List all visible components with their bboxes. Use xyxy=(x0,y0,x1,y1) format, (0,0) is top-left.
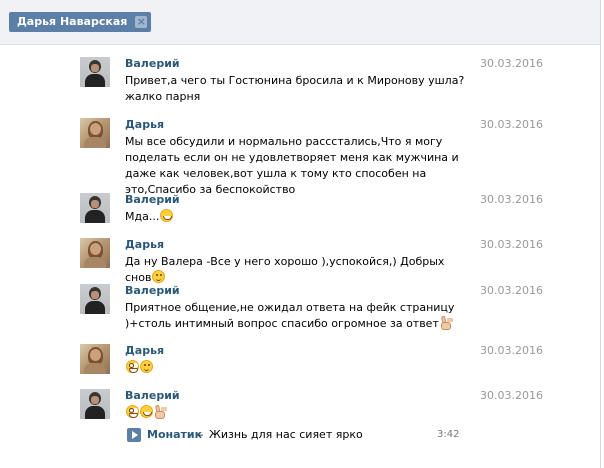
message-text-content: Приятное общение,не ожидал ответа на фей… xyxy=(125,301,455,330)
conversation-header: Дарья Наварская × xyxy=(0,0,600,45)
message-date[interactable]: 30.03.2016 xyxy=(480,238,543,251)
message-author[interactable]: Дарья xyxy=(125,344,164,357)
message-text-content: Мы все обсудили и нормально расcстались,… xyxy=(125,135,459,196)
valeriy-avatar[interactable] xyxy=(80,389,110,419)
smile-emoji-icon xyxy=(160,209,174,222)
message-date[interactable]: 30.03.2016 xyxy=(480,57,543,70)
grin-emoji-icon xyxy=(126,405,139,418)
message-text xyxy=(125,405,465,421)
message-text-content: Привет,а чего ты Гостюнина бросила и к М… xyxy=(125,74,465,103)
divider xyxy=(600,0,601,468)
wink-emoji-icon xyxy=(140,360,153,373)
message-author[interactable]: Валерий xyxy=(125,193,180,206)
valeriy-avatar[interactable] xyxy=(80,57,110,87)
grin-emoji-icon xyxy=(126,360,139,373)
valeriy-avatar[interactable] xyxy=(80,284,110,314)
audio-title: Жизнь для нас сияет ярко xyxy=(209,428,363,441)
close-icon[interactable]: × xyxy=(135,16,148,28)
wink-emoji-icon xyxy=(152,270,166,283)
recipient-tag-label: Дарья Наварская xyxy=(17,15,128,28)
message-date[interactable]: 30.03.2016 xyxy=(480,193,543,206)
darya-avatar[interactable] xyxy=(80,238,110,268)
message-text: Приятное общение,не ожидал ответа на фей… xyxy=(125,300,465,332)
message-author[interactable]: Дарья xyxy=(125,238,164,251)
message-text: Да ну Валера -Все у него хорошо ),успоко… xyxy=(125,254,465,286)
message-author[interactable]: Дарья xyxy=(125,118,164,131)
message-text-content: Да ну Валера -Все у него хорошо ),успоко… xyxy=(125,255,445,284)
message-author[interactable]: Валерий xyxy=(125,284,180,297)
message-text: Привет,а чего ты Гостюнина бросила и к М… xyxy=(125,73,465,105)
valeriy-avatar[interactable] xyxy=(80,193,110,223)
message-date[interactable]: 30.03.2016 xyxy=(480,389,543,402)
message-text: Мда... xyxy=(125,209,465,225)
darya-avatar[interactable] xyxy=(80,344,110,374)
smile-emoji-icon xyxy=(140,405,153,418)
darya-avatar[interactable] xyxy=(80,118,110,148)
audio-separator: – xyxy=(198,428,204,441)
message-author[interactable]: Валерий xyxy=(125,57,180,70)
message-author[interactable]: Валерий xyxy=(125,389,180,402)
message-text-content: Мда... xyxy=(125,210,160,223)
message-date[interactable]: 30.03.2016 xyxy=(480,344,543,357)
recipient-tag[interactable]: Дарья Наварская × xyxy=(9,12,152,32)
message-date[interactable]: 30.03.2016 xyxy=(480,118,543,131)
message-text: Мы все обсудили и нормально расcстались,… xyxy=(125,134,465,198)
message-date[interactable]: 30.03.2016 xyxy=(480,284,543,297)
audio-attachment[interactable]: Монатик – Жизнь для нас сияет ярко 3:42 xyxy=(127,428,460,444)
message-text xyxy=(125,360,465,376)
peace-emoji-icon xyxy=(440,316,451,330)
play-icon[interactable] xyxy=(127,428,141,442)
peace-emoji-icon xyxy=(154,405,165,419)
audio-duration: 3:42 xyxy=(437,429,460,440)
audio-artist[interactable]: Монатик xyxy=(147,428,202,442)
